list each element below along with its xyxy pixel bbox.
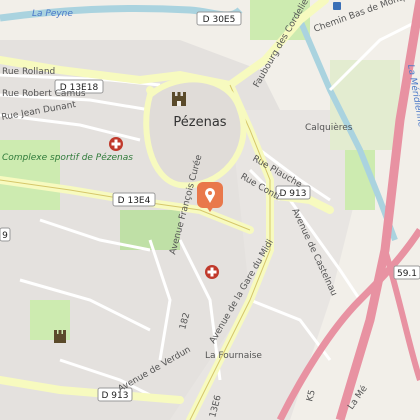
tourism-marker-icon[interactable] [197,182,223,212]
bus-icon[interactable] [333,2,341,10]
shield-d30e5: D 30E5 [196,11,242,26]
castle-icon-south[interactable] [54,330,66,343]
district-la-fournaise: La Fournaise [205,351,262,361]
shield-d913-east: D 913 [275,185,311,200]
label-rue-robert-camus: Rue Robert Camus [2,89,86,99]
town-label: Pézenas [173,115,226,130]
label-la-peyne: La Peyne [32,9,73,19]
castle-icon[interactable] [172,92,186,106]
map-canvas[interactable]: D 30E5 D 13E18 D 13E4 D 913 D 913 59.1 9… [0,0,420,420]
shield-d30e5-text: D 30E5 [203,15,236,25]
district-calquieres: Calquières [305,122,353,133]
shield-9-text: 9 [2,231,8,241]
pharmacy-icon-south[interactable] [205,265,219,279]
map-svg: D 30E5 D 13E18 D 13E4 D 913 D 913 59.1 9… [0,0,420,420]
sports-complex-green [0,140,60,210]
shield-591: 59.1 [393,265,420,280]
shield-d13e4-text: D 13E4 [118,196,151,206]
pharmacy-icon[interactable] [109,137,123,151]
label-rue-rolland: Rue Rolland [2,67,55,77]
shield-9-west: 9 [0,227,11,242]
label-complexe-sportif: Complexe sportif de Pézenas [2,152,133,163]
shield-d13e4: D 13E4 [112,192,156,207]
shield-591-text: 59.1 [397,269,417,279]
shield-d913-east-text: D 913 [280,189,307,199]
